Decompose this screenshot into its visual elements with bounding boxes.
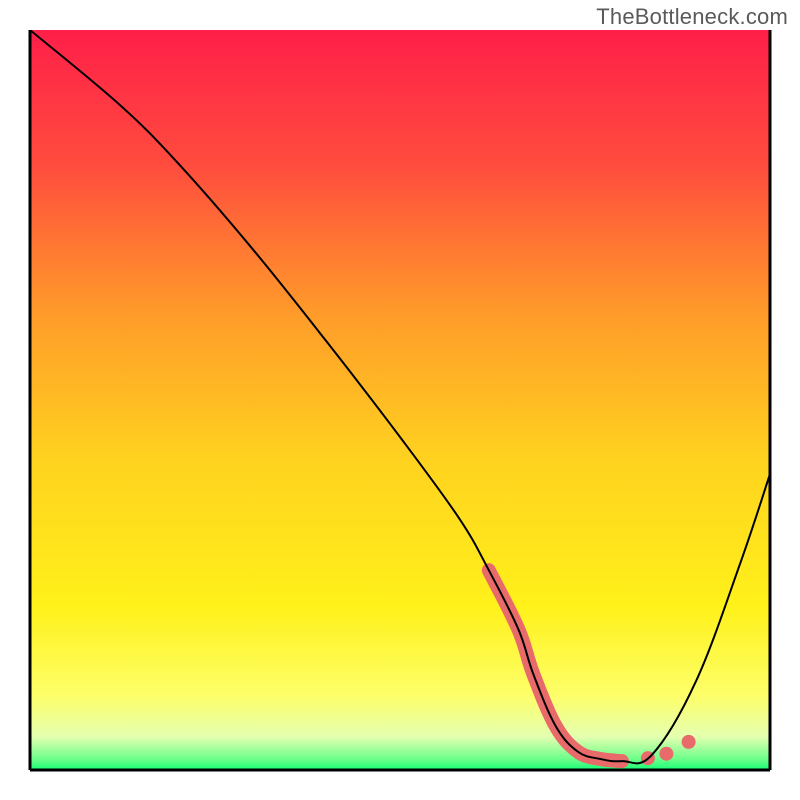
watermark-text: TheBottleneck.com bbox=[596, 4, 788, 30]
bottleneck-chart bbox=[0, 0, 800, 800]
chart-container: TheBottleneck.com bbox=[0, 0, 800, 800]
gradient-background bbox=[30, 30, 770, 770]
